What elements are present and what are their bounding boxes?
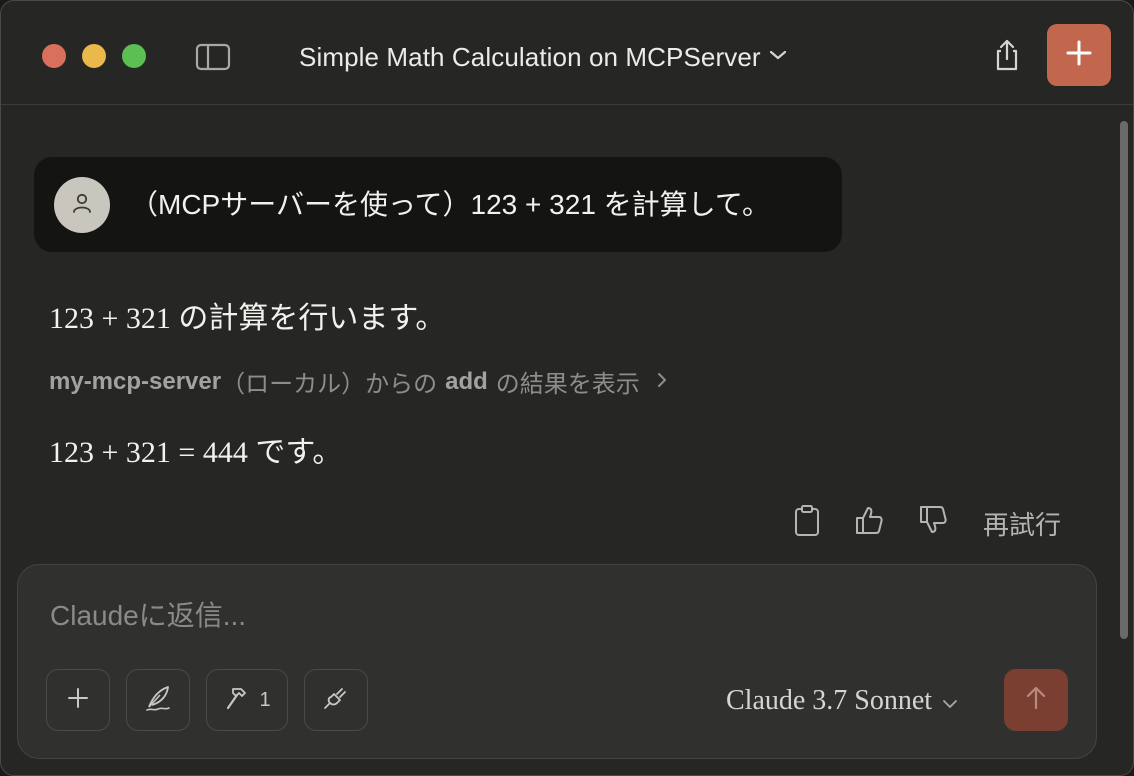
scrollbar-thumb[interactable]	[1120, 121, 1128, 639]
assistant-answer-text: 123 + 321 = 444 です。	[49, 436, 343, 469]
chevron-down-icon	[769, 48, 787, 66]
user-icon	[71, 192, 93, 219]
sidebar-toggle-icon[interactable]	[195, 42, 231, 72]
feather-pen-icon	[143, 683, 173, 718]
chevron-right-icon	[656, 368, 668, 396]
conversation-title: Simple Math Calculation on MCPServer	[299, 41, 761, 72]
arrow-up-icon	[1024, 685, 1048, 716]
user-message-text: （MCPサーバーを使って）123 + 321 を計算して。	[130, 189, 770, 220]
tool-suffix-text: の結果を表示	[495, 371, 640, 398]
tool-name: add	[445, 367, 488, 395]
message-actions: 再試行	[1, 501, 1133, 541]
model-name: Claude 3.7 Sonnet	[726, 685, 933, 716]
tools-button[interactable]: 1	[206, 669, 288, 731]
tool-result-toggle[interactable]: my-mcp-server （ローカル）からの add の結果を表示	[49, 364, 668, 399]
chevron-down-icon	[942, 685, 958, 717]
plus-icon	[66, 686, 90, 715]
composer: 1 Claude 3.7 Sonnet	[17, 564, 1097, 759]
tool-scope-text: （ローカル）からの	[221, 371, 438, 398]
thumbs-up-icon[interactable]	[853, 503, 885, 537]
avatar	[54, 177, 110, 233]
zoom-window-button[interactable]	[122, 44, 146, 68]
minimize-window-button[interactable]	[82, 44, 106, 68]
hammer-icon	[223, 683, 253, 718]
model-selector[interactable]: Claude 3.7 Sonnet	[726, 679, 958, 723]
user-message: （MCPサーバーを使って）123 + 321 を計算して。	[34, 157, 842, 252]
clipboard-icon[interactable]	[791, 503, 823, 537]
title-bar: Simple Math Calculation on MCPServer	[1, 1, 1133, 105]
tools-count: 1	[259, 688, 271, 711]
retry-button[interactable]: 再試行	[983, 505, 1061, 542]
integrations-button[interactable]	[304, 669, 368, 731]
plus-icon	[1065, 39, 1093, 72]
assistant-intro-text: 123 + 321 の計算を行います。	[49, 302, 446, 335]
new-chat-button[interactable]	[1047, 24, 1111, 86]
share-icon[interactable]	[989, 37, 1025, 73]
tool-server-name: my-mcp-server	[49, 367, 222, 395]
reply-input[interactable]	[48, 595, 952, 637]
attach-button[interactable]	[46, 669, 110, 731]
style-button[interactable]	[126, 669, 190, 731]
send-button[interactable]	[1004, 669, 1068, 731]
app-window: Simple Math Calculation on MCPServer （MC…	[0, 0, 1134, 776]
thumbs-down-icon[interactable]	[917, 503, 949, 537]
close-window-button[interactable]	[42, 44, 66, 68]
plug-icon	[321, 683, 351, 718]
conversation-title-menu[interactable]: Simple Math Calculation on MCPServer	[299, 37, 787, 77]
